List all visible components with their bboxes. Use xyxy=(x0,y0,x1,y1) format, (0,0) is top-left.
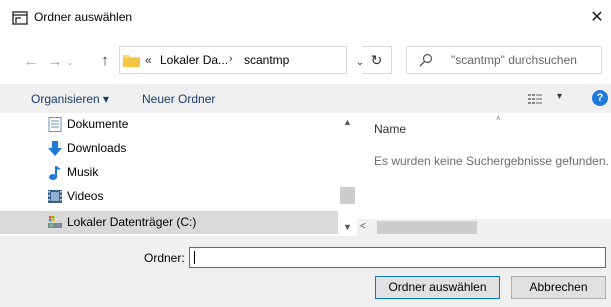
folder-name-input[interactable] xyxy=(189,247,606,268)
breadcrumb-separator-icon[interactable]: › xyxy=(229,53,233,65)
sidebar-item-label: Videos xyxy=(67,189,104,203)
title-bar: Ordner auswählen ✕ xyxy=(0,0,611,34)
drive-icon xyxy=(48,216,62,228)
forward-button[interactable]: → xyxy=(46,53,64,71)
sidebar-item-label: Lokaler Datenträger (C:) xyxy=(67,215,197,229)
sidebar-item-videos[interactable]: Videos xyxy=(0,185,338,208)
videos-icon xyxy=(48,190,62,203)
sidebar-item-dokumente[interactable]: Dokumente xyxy=(0,113,338,136)
command-bar: Organisieren ▾ Neuer Ordner ▾ ? xyxy=(0,84,611,113)
folder-select-icon xyxy=(12,11,28,25)
sidebar-item-downloads[interactable]: Downloads xyxy=(0,137,338,160)
scrollbar-thumb[interactable] xyxy=(377,221,477,234)
help-button[interactable]: ? xyxy=(592,90,608,106)
search-box[interactable]: "scantmp" durchsuchen xyxy=(406,46,602,74)
documents-icon xyxy=(48,117,62,132)
scroll-left-icon[interactable]: < xyxy=(360,221,366,232)
scroll-down-icon[interactable]: ▼ xyxy=(338,218,357,236)
text-caret xyxy=(194,251,195,264)
recent-locations-button[interactable]: ⌄ xyxy=(64,54,76,72)
empty-results-message: Es wurden keine Suchergebnisse gefunden. xyxy=(374,154,609,168)
breadcrumb-segment-drive[interactable]: Lokaler Da... xyxy=(160,53,228,67)
breadcrumb-segment-scantmp[interactable]: scantmp xyxy=(244,53,289,67)
folder-icon xyxy=(123,55,140,67)
address-bar[interactable]: « Lokaler Da... › scantmp xyxy=(119,46,347,74)
close-button[interactable]: ✕ xyxy=(583,6,611,30)
downloads-icon xyxy=(48,141,62,156)
scroll-up-icon[interactable]: ▲ xyxy=(338,113,357,131)
sidebar-item-label: Musik xyxy=(67,165,99,179)
sort-ascending-icon: ˄ xyxy=(496,114,501,123)
music-icon xyxy=(49,166,61,180)
cancel-button[interactable]: Abbrechen xyxy=(511,276,606,299)
folder-label: Ordner: xyxy=(144,251,185,265)
organize-button[interactable]: Organisieren ▾ xyxy=(31,92,109,106)
select-folder-button[interactable]: Ordner auswählen xyxy=(375,276,500,299)
back-button[interactable]: ← xyxy=(22,53,40,71)
navigation-pane-scrollbar[interactable]: ▲ ▼ xyxy=(338,113,357,236)
sidebar-item-local-disk[interactable]: Lokaler Datenträger (C:) xyxy=(0,211,338,234)
sidebar-item-label: Downloads xyxy=(67,141,127,155)
navigation-pane: Dokumente Downloads Musik Videos Lokaler… xyxy=(0,113,357,236)
navigation-bar: ← → ⌄ ↑ « Lokaler Da... › scantmp ⌄ ↻ "s… xyxy=(0,34,611,84)
scrollbar-thumb[interactable] xyxy=(340,187,355,204)
column-header-name[interactable]: Name xyxy=(374,122,406,136)
file-list: ˄ Name Es wurden keine Suchergebnisse ge… xyxy=(357,113,611,236)
sidebar-item-label: Dokumente xyxy=(67,117,129,131)
refresh-button[interactable]: ↻ xyxy=(362,46,392,74)
window-title: Ordner auswählen xyxy=(34,10,133,24)
new-folder-button[interactable]: Neuer Ordner xyxy=(142,92,215,106)
search-icon xyxy=(419,53,433,67)
sidebar-item-musik[interactable]: Musik xyxy=(0,161,338,184)
view-dropdown-icon[interactable]: ▾ xyxy=(557,91,562,102)
file-list-horizontal-scrollbar[interactable]: < xyxy=(357,219,611,236)
view-options-icon[interactable] xyxy=(528,93,542,105)
search-placeholder: "scantmp" durchsuchen xyxy=(451,53,577,67)
address-overflow-icon[interactable]: « xyxy=(145,53,152,67)
up-button[interactable]: ↑ xyxy=(96,52,114,70)
